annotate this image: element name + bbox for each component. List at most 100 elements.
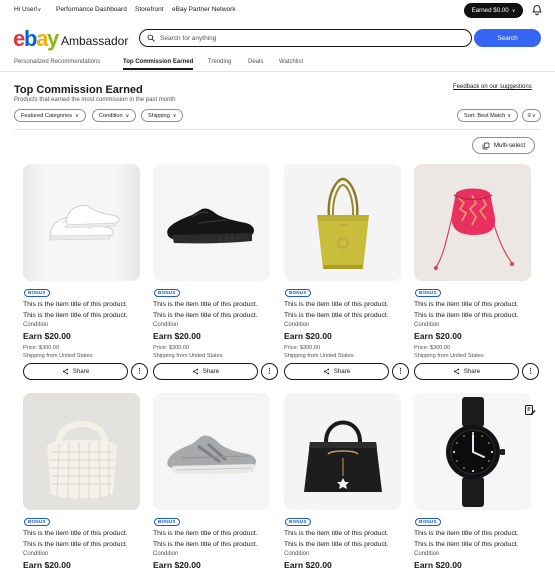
more-vertical-icon: ⋮ bbox=[266, 367, 273, 375]
item-price: Price: $300.00 bbox=[153, 344, 190, 351]
feedback-edit-button[interactable] bbox=[521, 401, 539, 419]
item-earn: Earn $20.00 bbox=[414, 559, 462, 568]
chevron-down-icon: ∨ bbox=[507, 112, 512, 119]
sort-label: Sort: Best Match bbox=[463, 112, 506, 119]
page-subtitle: Products that earned the most commission… bbox=[14, 97, 176, 103]
item-condition: Condition bbox=[414, 321, 440, 328]
nav-epn[interactable]: eBay Partner Network bbox=[172, 6, 236, 13]
share-icon bbox=[453, 368, 459, 374]
product-card[interactable]: BONUS This is the item title of this pro… bbox=[414, 164, 539, 380]
filter-featured-categories[interactable]: Featured Categories ∨ bbox=[14, 109, 86, 122]
item-earn: Earn $20.00 bbox=[284, 559, 332, 568]
product-image[interactable] bbox=[414, 164, 531, 281]
item-earn: Earn $20.00 bbox=[153, 559, 201, 568]
item-title[interactable]: This is the item title of this product. … bbox=[414, 300, 531, 321]
earned-label: Earned $0.00 bbox=[471, 7, 509, 14]
bonus-badge: BONUS bbox=[154, 517, 180, 526]
bonus-badge: BONUS bbox=[285, 288, 311, 297]
white-sneakers-icon bbox=[48, 203, 119, 240]
item-title[interactable]: This is the item title of this product. … bbox=[23, 529, 140, 550]
share-button[interactable]: Share bbox=[414, 362, 519, 380]
list-view-icon: ≡ bbox=[527, 112, 531, 119]
share-button[interactable]: Share bbox=[284, 362, 389, 380]
item-earn: Earn $20.00 bbox=[23, 559, 71, 568]
search-bar[interactable] bbox=[139, 29, 472, 47]
greeting-menu[interactable]: Hi User!∨ bbox=[14, 6, 41, 13]
more-options-button[interactable]: ⋮ bbox=[131, 362, 148, 380]
more-vertical-icon: ⋮ bbox=[397, 367, 404, 375]
logo-suffix: Ambassador bbox=[60, 34, 129, 48]
filter-condition[interactable]: Condition ∨ bbox=[92, 109, 137, 122]
more-vertical-icon: ⋮ bbox=[527, 367, 534, 375]
share-icon bbox=[323, 368, 329, 374]
feedback-link[interactable]: Feedback on our suggestions bbox=[453, 84, 532, 90]
share-label: Share bbox=[202, 367, 220, 375]
tab-watchlist[interactable]: Watchlist bbox=[279, 59, 303, 65]
pink-drawstring-bag-icon bbox=[433, 188, 514, 270]
search-button[interactable]: Search bbox=[474, 29, 541, 47]
item-condition: Condition bbox=[284, 550, 310, 557]
product-card[interactable]: BONUS This is the item title of this pro… bbox=[284, 393, 401, 568]
logo-letter: b bbox=[23, 26, 37, 51]
logo-letter: e bbox=[13, 26, 25, 51]
tab-deals[interactable]: Deals bbox=[248, 59, 263, 65]
item-condition: Condition bbox=[153, 550, 179, 557]
more-options-button[interactable]: ⋮ bbox=[261, 362, 278, 380]
product-card[interactable]: BONUS This is the item title of this pro… bbox=[153, 393, 270, 568]
multi-select-label: Multi-select bbox=[493, 142, 526, 149]
more-options-button[interactable]: ⋮ bbox=[522, 362, 539, 380]
product-image[interactable] bbox=[284, 164, 401, 281]
share-label: Share bbox=[72, 367, 90, 375]
item-title[interactable]: This is the item title of this product. … bbox=[414, 529, 531, 550]
chip-label: Featured Categories bbox=[21, 112, 72, 119]
share-icon bbox=[192, 368, 198, 374]
nav-performance-dashboard[interactable]: Performance Dashboard bbox=[56, 6, 127, 13]
ebay-ambassador-logo[interactable]: ebay Ambassador bbox=[13, 26, 129, 51]
item-title[interactable]: This is the item title of this product. … bbox=[284, 300, 401, 321]
item-title[interactable]: This is the item title of this product. … bbox=[23, 300, 140, 321]
tab-trending[interactable]: Trending bbox=[208, 59, 231, 65]
product-card[interactable]: BONUS This is the item title of this pro… bbox=[153, 164, 278, 380]
share-button[interactable]: Share bbox=[23, 362, 128, 380]
item-condition: Condition bbox=[284, 321, 310, 328]
black-running-shoe-icon bbox=[166, 207, 254, 243]
item-title[interactable]: This is the item title of this product. … bbox=[153, 529, 270, 550]
product-image[interactable] bbox=[23, 164, 140, 281]
bonus-badge: BONUS bbox=[285, 517, 311, 526]
product-image[interactable] bbox=[414, 393, 531, 510]
card-actions: Share ⋮ bbox=[284, 362, 409, 380]
product-image[interactable] bbox=[23, 393, 140, 510]
item-title[interactable]: This is the item title of this product. … bbox=[284, 529, 401, 550]
yellow-tote-bag-icon bbox=[316, 177, 369, 269]
item-earn: Earn $20.00 bbox=[414, 330, 462, 341]
sort-dropdown[interactable]: Sort: Best Match ∨ bbox=[457, 109, 518, 122]
item-price: Price: $300.00 bbox=[284, 344, 321, 351]
item-title[interactable]: This is the item title of this product. … bbox=[153, 300, 270, 321]
card-actions: Share ⋮ bbox=[153, 362, 278, 380]
item-condition: Condition bbox=[23, 550, 49, 557]
multi-select-button[interactable]: Multi-select bbox=[472, 137, 535, 154]
page-title: Top Commission Earned bbox=[14, 84, 143, 96]
chevron-down-icon: ∨ bbox=[172, 112, 177, 119]
product-card[interactable]: BONUS This is the item title of this pro… bbox=[284, 164, 409, 380]
share-button[interactable]: Share bbox=[153, 362, 258, 380]
nav-storefront[interactable]: Storefront bbox=[135, 6, 164, 13]
more-options-button[interactable]: ⋮ bbox=[392, 362, 409, 380]
product-image[interactable] bbox=[284, 393, 401, 510]
share-label: Share bbox=[333, 367, 351, 375]
search-input[interactable] bbox=[160, 34, 460, 42]
black-handbag-icon bbox=[303, 420, 382, 492]
view-toggle[interactable]: ≡ ∨ bbox=[522, 109, 541, 122]
product-card[interactable]: BONUS This is the item title of this pro… bbox=[23, 393, 140, 568]
filter-shipping[interactable]: Shipping ∨ bbox=[141, 109, 184, 122]
earned-button[interactable]: Earned $0.00 ∨ bbox=[464, 3, 523, 18]
product-image[interactable] bbox=[153, 393, 270, 510]
tab-personalized-recommendations[interactable]: Personalized Recommendations bbox=[14, 59, 100, 65]
product-image[interactable] bbox=[153, 164, 270, 281]
ebay-logo: ebay bbox=[13, 26, 59, 51]
item-earn: Earn $20.00 bbox=[284, 330, 332, 341]
bell-icon[interactable] bbox=[531, 4, 543, 16]
product-card[interactable]: BONUS This is the item title of this pro… bbox=[23, 164, 148, 380]
product-card[interactable]: BONUS This is the item title of this pro… bbox=[414, 393, 531, 568]
tab-top-commission-earned[interactable]: Top Commission Earned bbox=[123, 59, 194, 70]
